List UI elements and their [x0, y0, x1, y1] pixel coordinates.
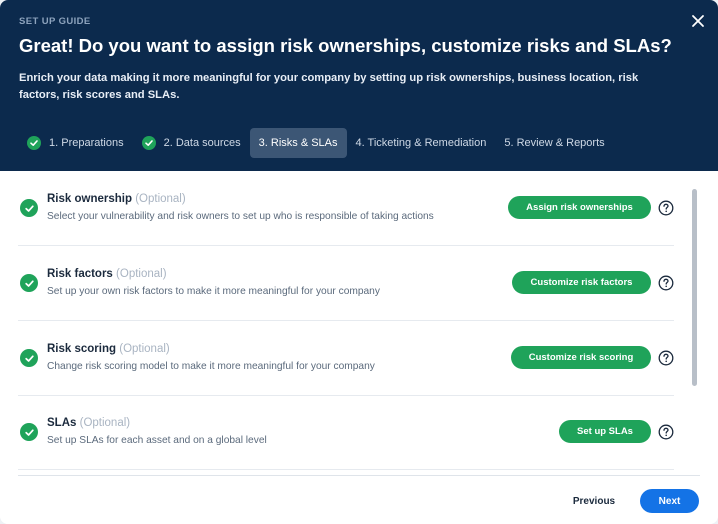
- scrollbar-thumb[interactable]: [692, 189, 697, 386]
- item-title: Risk scoring (Optional): [47, 343, 170, 355]
- customize-risk-scoring-button[interactable]: Customize risk scoring: [511, 346, 651, 369]
- optional-label: (Optional): [135, 193, 186, 205]
- help-icon[interactable]: [658, 424, 674, 440]
- step-risks-slas[interactable]: 3. Risks & SLAs: [249, 128, 347, 158]
- previous-button[interactable]: Previous: [564, 490, 624, 512]
- check-circle-icon: [20, 199, 38, 217]
- step-preparations[interactable]: 1. Preparations: [18, 128, 133, 158]
- item-title: Risk ownership (Optional): [47, 193, 186, 205]
- step-ticketing-remediation[interactable]: 4. Ticketing & Remediation: [347, 128, 496, 158]
- check-circle-icon: [141, 136, 156, 150]
- step-label: 5. Review & Reports: [504, 137, 605, 149]
- list-item-risk-scoring: Risk scoring (Optional) Change risk scor…: [18, 321, 674, 396]
- next-button[interactable]: Next: [640, 489, 699, 513]
- item-title-text: Risk ownership: [47, 193, 132, 205]
- optional-label: (Optional): [79, 417, 131, 429]
- check-circle-icon: [20, 274, 38, 292]
- help-icon[interactable]: [658, 275, 674, 291]
- setup-items-list: Risk ownership (Optional) Select your vu…: [0, 171, 700, 475]
- page-description: Enrich your data making it more meaningf…: [19, 72, 639, 101]
- item-description: Set up your own risk factors to make it …: [47, 286, 380, 297]
- item-title: Risk factors (Optional): [47, 268, 167, 280]
- step-label: 3. Risks & SLAs: [258, 137, 338, 149]
- assign-risk-ownerships-button[interactable]: Assign risk ownerships: [508, 196, 651, 219]
- footer-divider: [18, 475, 700, 476]
- setup-guide-kicker: SET UP GUIDE: [19, 16, 91, 27]
- item-description: Set up SLAs for each asset and on a glob…: [47, 435, 267, 446]
- modal-footer: Previous Next: [0, 475, 718, 524]
- step-label: 4. Ticketing & Remediation: [355, 137, 487, 149]
- close-icon[interactable]: [688, 11, 708, 31]
- help-icon[interactable]: [658, 350, 674, 366]
- optional-label: (Optional): [119, 343, 170, 355]
- check-circle-icon: [20, 423, 38, 441]
- customize-risk-factors-button[interactable]: Customize risk factors: [512, 271, 651, 294]
- step-review-reports[interactable]: 5. Review & Reports: [495, 128, 613, 158]
- item-title-text: SLAs: [47, 417, 77, 429]
- set-up-slas-button[interactable]: Set up SLAs: [559, 420, 651, 443]
- list-item-risk-factors: Risk factors (Optional) Set up your own …: [18, 246, 674, 321]
- item-title-text: Risk factors: [47, 268, 113, 280]
- step-label: 1. Preparations: [49, 137, 124, 149]
- stepper: 1. Preparations 2. Data sources 3. Risks…: [18, 128, 614, 158]
- step-data-sources[interactable]: 2. Data sources: [133, 128, 250, 158]
- check-circle-icon: [27, 136, 41, 150]
- optional-label: (Optional): [116, 268, 167, 280]
- list-item-risk-ownership: Risk ownership (Optional) Select your vu…: [18, 171, 674, 246]
- list-item-slas: SLAs (Optional) Set up SLAs for each ass…: [18, 395, 674, 470]
- item-description: Select your vulnerability and risk owner…: [47, 211, 434, 222]
- modal-header: SET UP GUIDE Great! Do you want to assig…: [0, 0, 718, 171]
- step-label: 2. Data sources: [163, 137, 241, 149]
- check-circle-icon: [20, 349, 38, 367]
- item-title-text: Risk scoring: [47, 343, 117, 355]
- help-icon[interactable]: [658, 200, 674, 216]
- setup-guide-modal: SET UP GUIDE Great! Do you want to assig…: [0, 0, 718, 524]
- item-title: SLAs (Optional): [47, 417, 130, 429]
- page-title: Great! Do you want to assign risk owners…: [19, 35, 672, 56]
- item-description: Change risk scoring model to make it mor…: [47, 361, 375, 372]
